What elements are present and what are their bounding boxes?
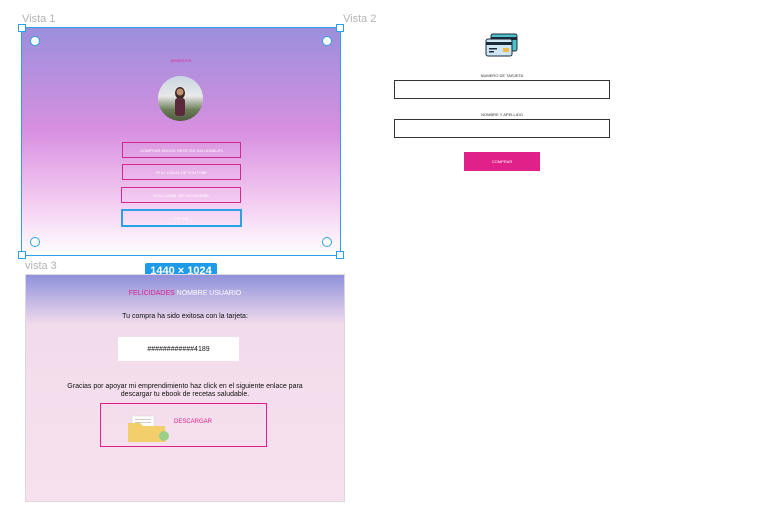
resize-handle-tl[interactable] (18, 24, 26, 32)
congrats-word: FELICIDADES (128, 290, 175, 297)
thanks-line-2: descargar tu ebook de recetas saludable. (120, 391, 250, 398)
resize-handle-br[interactable] (336, 251, 344, 259)
vista1-frame[interactable]: @MAYLIFE COMPRAR EBOOK RECETAS SALUDABLE… (22, 28, 340, 255)
pdf-folder-icon (128, 415, 169, 442)
user-name: NOMBRE USUARIO (176, 290, 242, 297)
success-message: Tu compra ha sido exitosa con la tarjeta… (122, 313, 248, 320)
card-number-display: ############4189 (118, 337, 239, 361)
name-label: NOMBRE Y APELLIDO (481, 112, 523, 117)
username-label: @MAYLIFE (170, 58, 192, 63)
resize-handle-bl[interactable] (18, 251, 26, 259)
frame-label-vista1[interactable]: Vista 1 (22, 13, 55, 25)
buy-ebook-button[interactable]: COMPRAR EBOOK RECETAS SALUDABLES (122, 142, 241, 158)
corner-radius-handle-bl[interactable] (30, 237, 40, 247)
frame-label-vista2[interactable]: Vista 2 (343, 13, 376, 25)
download-box[interactable]: DESCARGAR (100, 403, 267, 447)
vista3-frame[interactable]: FELICIDADES NOMBRE USUARIO Tu compra ha … (25, 274, 345, 502)
corner-radius-handle-br[interactable] (322, 237, 332, 247)
congrats-title: FELICIDADES NOMBRE USUARIO (26, 290, 344, 297)
download-label[interactable]: DESCARGAR (174, 419, 212, 425)
card-number-label: NUMERO DE TARJETA (480, 73, 524, 78)
youtube-button[interactable]: IR AL CANAL DE YOUTUBE (122, 164, 241, 180)
corner-radius-handle-tl[interactable] (30, 36, 40, 46)
resize-handle-tr[interactable] (336, 24, 344, 32)
buy-button[interactable]: COMPRAR (464, 152, 540, 171)
corner-radius-handle-tr[interactable] (322, 36, 332, 46)
tiktok-button[interactable]: TIKTOK (121, 209, 242, 227)
person-photo-icon (175, 87, 185, 116)
name-input[interactable] (394, 119, 610, 138)
instagram-button[interactable]: IR AL CANAL DE INSTAGRAM (121, 187, 241, 203)
thanks-line-1: Gracias por apoyar mi emprendimiento haz… (67, 383, 303, 390)
frame-label-vista3[interactable]: vista 3 (25, 260, 57, 272)
profile-avatar (158, 76, 203, 121)
card-number-input[interactable] (394, 80, 610, 99)
credit-card-icon (485, 33, 519, 57)
